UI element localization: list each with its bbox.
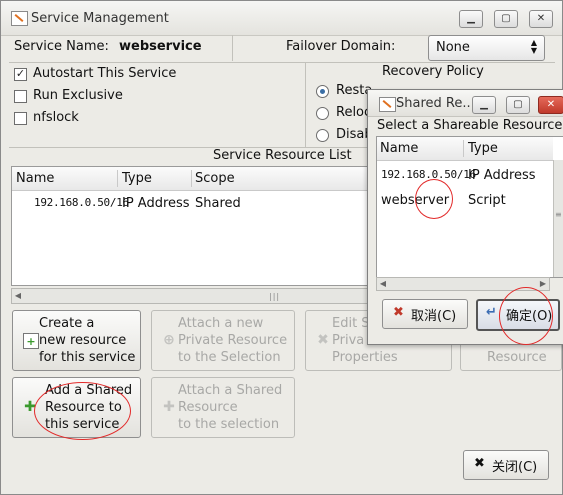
dialog-title: Shared Re... — [396, 96, 475, 111]
scroll-left-icon[interactable]: ◀ — [377, 278, 389, 290]
attach-private-line2: Private Resource — [178, 333, 288, 348]
edit-properties-line1: Edit S — [332, 316, 370, 331]
header-separator — [9, 62, 555, 63]
create-resource-button[interactable]: + Create a new resource for this service — [12, 310, 141, 371]
add-shared-line2: Resource to — [45, 400, 122, 415]
dialog-row-type: Script — [468, 193, 506, 208]
minimize-button[interactable]: ▁ — [459, 10, 483, 28]
cancel-button[interactable]: ✖ 取消(C) — [382, 299, 468, 329]
cancel-button-label: 取消(C) — [411, 309, 457, 324]
recovery-disable-radio[interactable] — [316, 129, 329, 142]
close-x-icon: ✖ — [474, 456, 485, 471]
resource-list-title: Service Resource List — [213, 148, 352, 163]
run-exclusive-checkbox[interactable] — [14, 90, 27, 103]
close-button[interactable]: ✖ 关闭(C) — [463, 450, 549, 480]
resource-type-cell: IP Address — [122, 196, 190, 211]
dialog-maximize-button[interactable]: ▢ — [506, 96, 530, 114]
service-name-value: webservice — [119, 39, 202, 54]
options-divider — [305, 63, 306, 147]
nfslock-label: nfslock — [33, 110, 79, 125]
failover-domain-select[interactable]: None ▲ ▼ — [428, 35, 545, 61]
add-shared-line1: Add a Shared — [45, 383, 133, 398]
create-resource-line3: for this service — [39, 350, 136, 365]
create-resource-line1: Create a — [39, 316, 95, 331]
add-icon: ✚ — [163, 399, 175, 415]
dialog-close-button[interactable]: ✕ — [538, 96, 563, 114]
column-header-name[interactable]: Name — [16, 171, 54, 186]
table-row[interactable]: 192.168.0.50/16 IP Address Shared — [12, 194, 380, 214]
resource-scope-cell: Shared — [195, 196, 241, 211]
attach-private-line3: to the Selection — [178, 350, 281, 365]
dialog-row-name: 192.168.0.50/16 — [381, 168, 476, 181]
resource-list-table[interactable]: Name Type Scope 192.168.0.50/16 IP Addre… — [11, 166, 381, 286]
scroll-left-icon[interactable]: ◀ — [12, 289, 24, 303]
attach-private-resource-button[interactable]: ⊕ Attach a new Private Resource to the S… — [151, 310, 295, 371]
dialog-row-type: IP Address — [468, 168, 536, 183]
column-divider — [191, 170, 192, 187]
failover-domain-label: Failover Domain: — [286, 39, 396, 54]
maximize-button[interactable]: ▢ — [494, 10, 518, 28]
create-resource-line2: new resource — [39, 333, 127, 348]
dialog-list-header: Name Type — [377, 137, 553, 161]
attach-private-line1: Attach a new — [178, 316, 264, 331]
window-title: Service Management — [31, 11, 169, 26]
run-exclusive-label: Run Exclusive — [33, 88, 123, 103]
dialog-column-name[interactable]: Name — [380, 141, 418, 156]
remove-resource-label: Resource — [487, 350, 547, 365]
autostart-checkbox[interactable]: ✓ — [14, 68, 27, 81]
attach-shared-line1: Attach a Shared — [178, 383, 283, 398]
attach-resource-icon: ⊕ — [163, 332, 175, 348]
dialog-row-name: webserver — [381, 193, 450, 208]
close-button-label: 关闭(C) — [492, 460, 538, 475]
shareable-resource-list[interactable]: Name Type 192.168.0.50/16 IP Address web… — [376, 136, 563, 278]
column-header-type[interactable]: Type — [122, 171, 152, 186]
dialog-prompt: Select a Shareable Resource: — [377, 118, 563, 133]
dialog-app-icon — [379, 97, 396, 112]
edit-properties-line2: Priva — [332, 333, 365, 348]
list-item[interactable]: 192.168.0.50/16 IP Address — [377, 166, 553, 186]
tools-icon: ✖ — [317, 332, 329, 348]
dialog-vscrollbar[interactable]: ≡ — [553, 160, 563, 277]
dialog-title-bar: Shared Re... ▁ ▢ ✕ — [368, 90, 563, 117]
attach-shared-line3: to the selection — [178, 417, 280, 432]
updown-arrows-icon: ▲ ▼ — [530, 38, 537, 55]
column-divider — [117, 170, 118, 187]
ok-button-label: 确定(O) — [506, 309, 553, 324]
attach-shared-resource-button[interactable]: ✚ Attach a Shared Resource to the select… — [151, 377, 295, 438]
service-name-label: Service Name: — [14, 39, 109, 54]
cancel-x-icon: ✖ — [393, 305, 404, 320]
title-bar: Service Management ▁ ▢ ✕ — [1, 1, 562, 36]
recovery-relocate-label: Reloc — [336, 105, 372, 120]
scroll-grip-icon[interactable]: ≡ — [555, 210, 562, 219]
column-divider — [463, 140, 464, 157]
dialog-hscrollbar[interactable]: ◀ ▶ — [376, 277, 550, 291]
failover-domain-value: None — [436, 40, 470, 55]
nfslock-checkbox[interactable] — [14, 112, 27, 125]
resource-list-header: Name Type Scope — [12, 167, 380, 191]
add-icon: ✚ — [24, 399, 36, 415]
attach-shared-line2: Resource — [178, 400, 238, 415]
scroll-right-icon[interactable]: ▶ — [537, 278, 549, 290]
column-header-scope[interactable]: Scope — [195, 171, 235, 186]
dialog-minimize-button[interactable]: ▁ — [472, 96, 496, 114]
scroll-grip-icon[interactable]: ||| — [269, 292, 280, 301]
add-shared-resource-button[interactable]: ✚ Add a Shared Resource to this service — [12, 377, 141, 438]
new-resource-icon: + — [23, 333, 39, 349]
shared-resource-dialog: Shared Re... ▁ ▢ ✕ Select a Shareable Re… — [367, 89, 563, 345]
enter-arrow-icon: ↵ — [486, 305, 497, 320]
header-divider — [232, 35, 233, 61]
ok-button[interactable]: ↵ 确定(O) — [476, 299, 560, 331]
add-shared-line3: this service — [45, 417, 120, 432]
edit-properties-line3: Properties — [332, 350, 398, 365]
app-icon — [11, 11, 28, 26]
close-window-button[interactable]: ✕ — [529, 10, 553, 28]
recovery-policy-title: Recovery Policy — [382, 64, 484, 79]
recovery-restart-radio[interactable] — [316, 85, 329, 98]
recovery-relocate-radio[interactable] — [316, 107, 329, 120]
dialog-column-type[interactable]: Type — [468, 141, 498, 156]
list-item[interactable]: webserver Script — [377, 191, 553, 211]
autostart-label: Autostart This Service — [33, 66, 177, 81]
resource-name-cell: 192.168.0.50/16 — [34, 196, 129, 209]
resource-list-hscrollbar[interactable]: ◀ ||| — [11, 288, 381, 304]
